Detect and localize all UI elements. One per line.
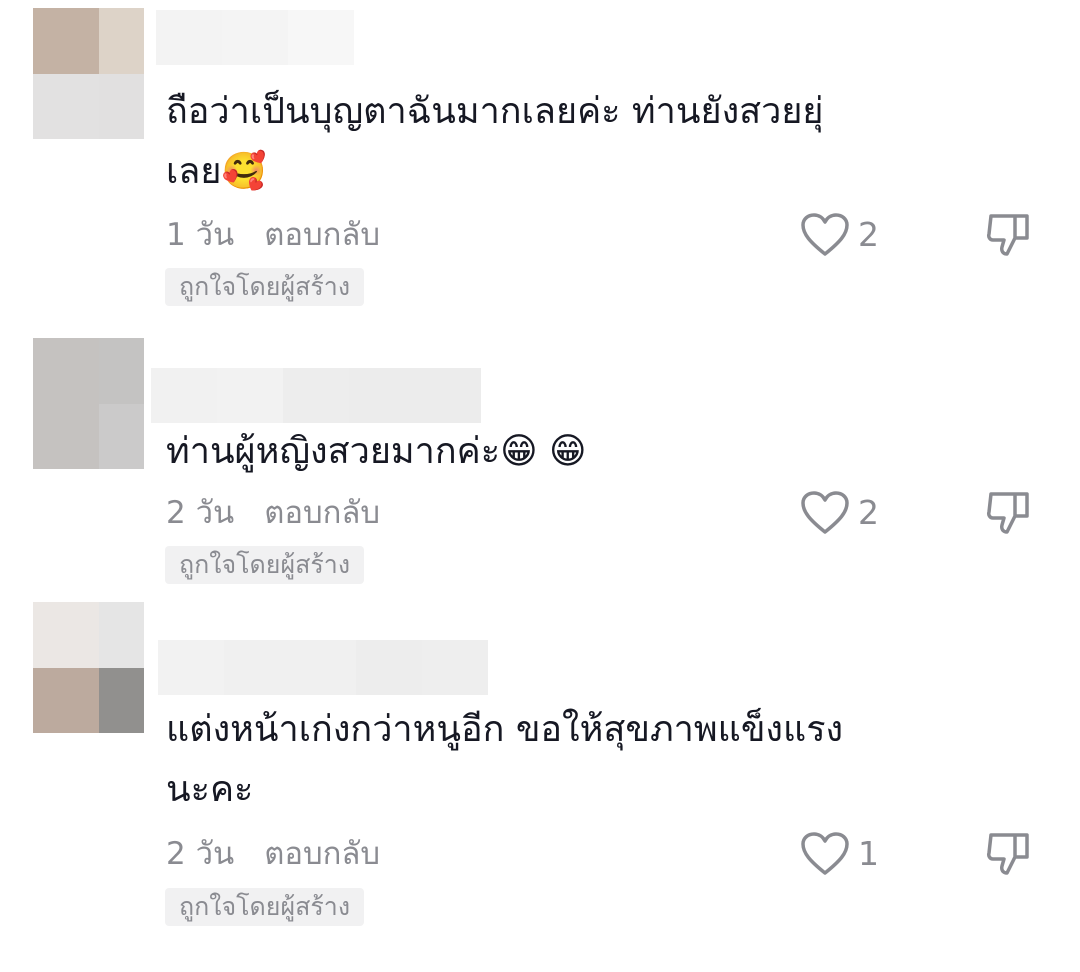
avatar-pixel [33,404,99,469]
comment-text: ถือว่าเป็นบุญตาฉันมากเลยค่ะ ท่านยังสวยยุ… [166,91,824,192]
avatar-pixel [33,338,99,404]
comment-meta: 2 วัน ตอบกลับ [166,493,380,533]
like-button[interactable]: 2 [800,490,879,536]
username-blurred[interactable] [158,640,488,695]
avatar-pixel [99,602,144,668]
thumbs-down-outline-icon [987,214,1029,256]
username-pixel [151,368,217,423]
thumbs-down-outline-icon [987,833,1029,875]
comment-time: 1 วัน [166,217,235,253]
username-pixel [288,10,354,65]
username-pixel [222,10,288,65]
reply-button[interactable]: ตอบกลับ [264,215,380,255]
username-pixel [349,368,481,423]
avatar-pixel [33,74,99,139]
heart-outline-icon [801,832,849,875]
comment-text: แต่งหน้าเก่งกว่าหนูอีก ขอให้สุขภาพแข็งแร… [166,709,844,810]
username-blurred[interactable] [151,368,481,423]
avatar[interactable] [33,602,144,733]
like-button[interactable]: 2 [800,212,879,258]
avatar-pixel [33,602,99,668]
comment-time: 2 วัน [166,495,235,531]
avatar-pixel [33,8,99,74]
avatar-pixel [99,74,144,139]
liked-by-creator-badge: ถูกใจโดยผู้สร้าง [165,268,365,306]
like-count: 1 [858,834,879,873]
heart-outline-icon [801,491,849,534]
username-pixel [217,368,283,423]
username-blurred[interactable] [156,10,354,65]
username-pixel [356,640,422,695]
comment-text: ท่านผู้หญิงสวยมากค่ะ😁 😁 [166,431,587,472]
avatar-pixel [33,668,99,733]
comment-time: 2 วัน [166,836,235,872]
like-count: 2 [858,493,879,532]
thumbs-down-outline-icon [987,492,1029,534]
like-button[interactable]: 1 [800,831,879,877]
avatar-pixel [99,8,144,74]
comment-meta: 2 วัน ตอบกลับ [166,834,380,874]
dislike-button[interactable] [985,488,1033,536]
avatar-pixel [99,338,144,404]
heart-outline-icon [801,213,849,256]
avatar-pixel [99,668,144,733]
reply-button[interactable]: ตอบกลับ [264,493,380,533]
liked-by-creator-badge: ถูกใจโดยผู้สร้าง [165,546,365,584]
username-pixel [158,640,224,695]
dislike-button[interactable] [985,829,1033,877]
username-pixel [283,368,349,423]
liked-by-creator-badge: ถูกใจโดยผู้สร้าง [165,888,365,926]
avatar-pixel [99,404,144,469]
avatar[interactable] [33,8,144,139]
avatar[interactable] [33,338,144,469]
username-pixel [156,10,222,65]
comment-meta: 1 วัน ตอบกลับ [166,215,380,255]
username-pixel [422,640,488,695]
username-pixel [224,640,356,695]
reply-button[interactable]: ตอบกลับ [264,834,380,874]
dislike-button[interactable] [985,210,1033,258]
like-count: 2 [858,215,879,254]
